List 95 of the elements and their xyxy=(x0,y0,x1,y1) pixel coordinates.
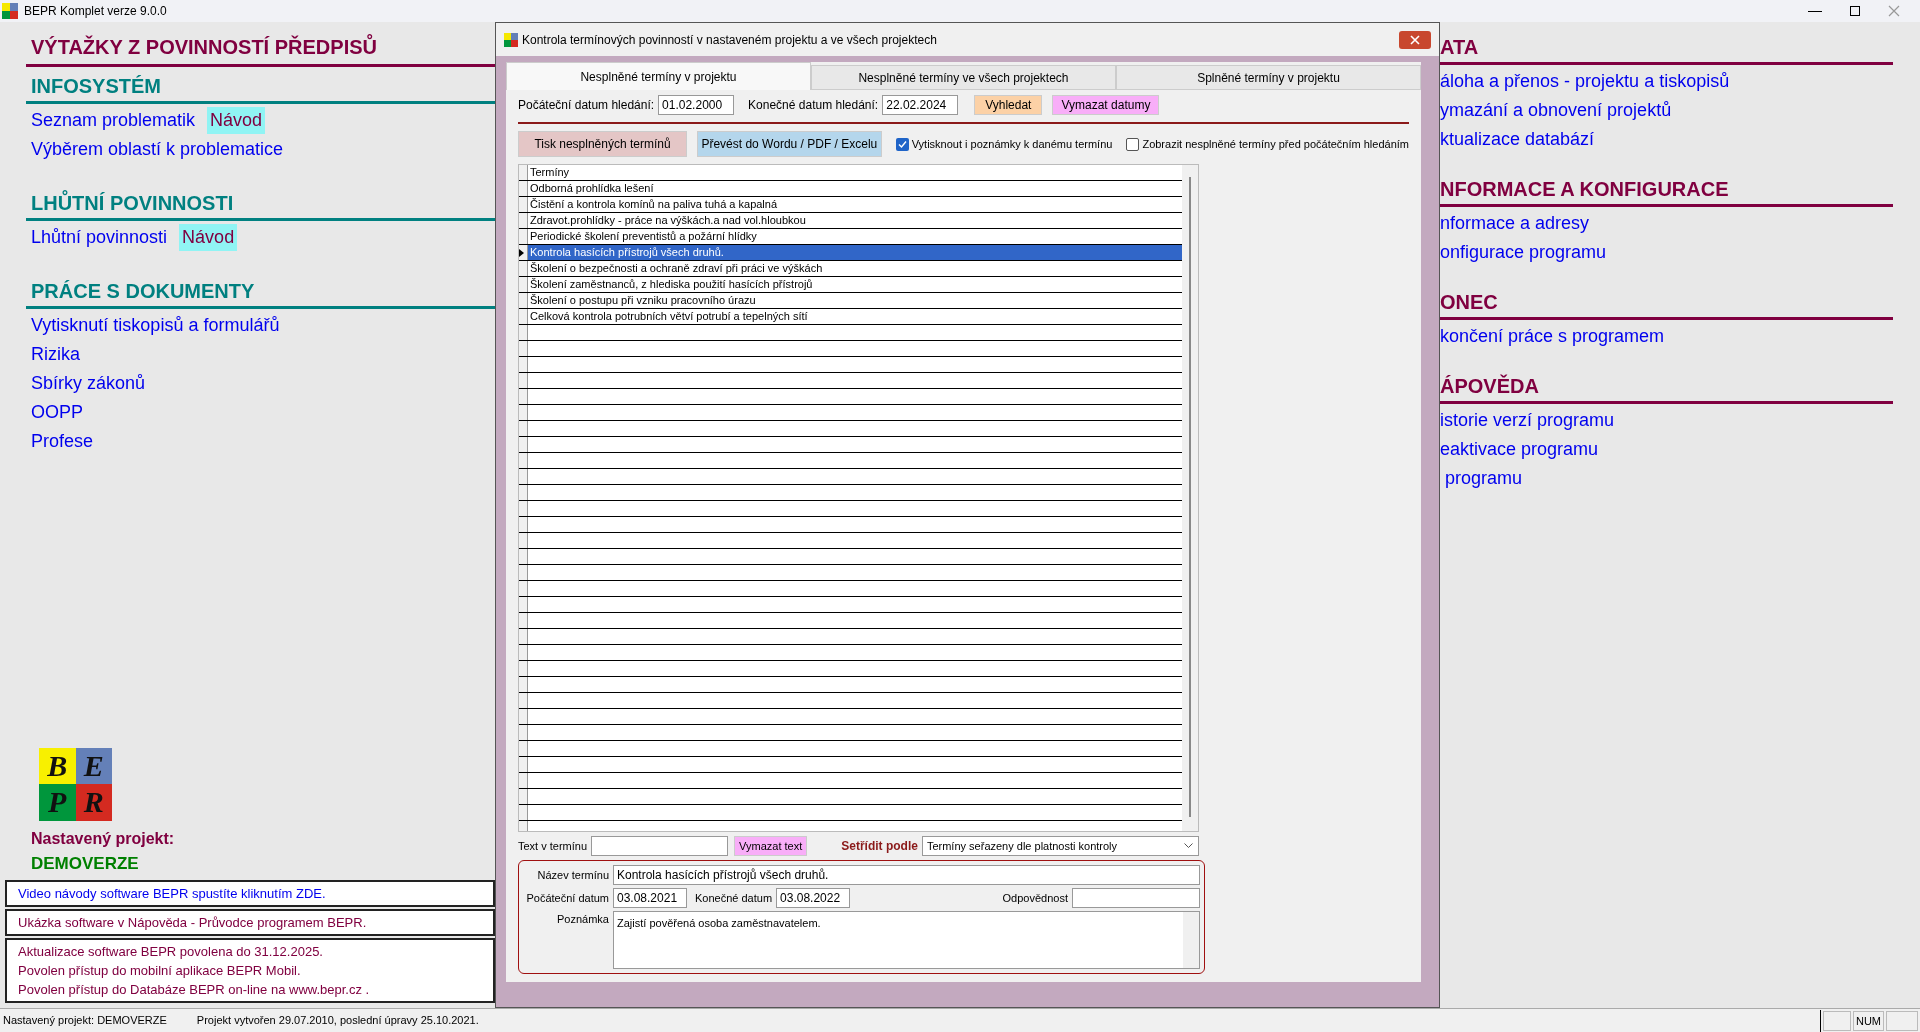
table-cell[interactable]: Celková kontrola potrubních větví potrubí a tepelných sítí xyxy=(528,309,1182,324)
guide-link[interactable]: Návod xyxy=(179,224,238,251)
table-cell[interactable]: Čistění a kontrola komínů na paliva tuhá a kapalná xyxy=(528,197,1182,212)
column-header: Termíny xyxy=(529,165,571,180)
table-cell[interactable]: Zdravot.prohlídky - práce na výškách.a nad vol.hloubkou xyxy=(528,213,1182,228)
date-field[interactable]: 01.02.2000 xyxy=(658,95,735,115)
tab[interactable]: Splněné termíny v projektu xyxy=(1116,65,1421,90)
name-field[interactable]: Kontrola hasících přístrojů všech druhů. xyxy=(613,865,1200,885)
field-label: Setřídit podle xyxy=(841,838,918,855)
field-label: Počáteční datum xyxy=(525,890,609,906)
menu-link[interactable]: istorie verzí programu xyxy=(1440,407,1615,434)
section-heading: INFOSYSTÉM xyxy=(30,75,161,97)
window-title: BEPR Komplet verze 9.0.0 xyxy=(24,3,167,20)
section-heading: ONEC xyxy=(1440,291,1498,313)
menu-link[interactable]: ktualizace databází xyxy=(1440,126,1595,153)
scrollbar[interactable] xyxy=(1182,165,1198,831)
close-icon[interactable] xyxy=(1888,5,1900,17)
menu-link[interactable]: Seznam problematik xyxy=(31,107,196,134)
field-label: Poznámka xyxy=(556,912,609,927)
status-text: Nastavený projekt: DEMOVERZE xyxy=(3,1013,167,1029)
table-cell[interactable]: Školení zaměstnanců, z hlediska použití hasících přístrojů xyxy=(528,277,1182,292)
close-icon xyxy=(1410,34,1420,45)
checkbox[interactable] xyxy=(1126,137,1140,151)
field-label: Odpovědnost xyxy=(1002,890,1068,906)
video-link[interactable]: Video návody software BEPR spustíte kliknutím ZDE. xyxy=(18,884,326,903)
notice-text: Povolen přístup do mobilní aplikace BEPR Mobil. xyxy=(18,962,301,980)
menu-link[interactable]: programu xyxy=(1440,465,1523,492)
field-label: Konečné datum xyxy=(695,890,773,906)
dialog-title: Kontrola termínových povinností v nastaveném projektu a ve všech projektech xyxy=(522,31,937,49)
menu-link[interactable]: Sbírky zákonů xyxy=(31,370,146,397)
notice-text: Povolen přístup do Databáze BEPR on-line na www.bepr.cz . xyxy=(18,981,370,999)
table-cell[interactable]: Periodické školení preventistů a požární hlídky xyxy=(528,229,1182,244)
menu-link[interactable]: ymazání a obnovení projektů xyxy=(1440,97,1672,124)
date-field[interactable]: 03.08.2022 xyxy=(776,888,851,908)
project-name: DEMOVERZE xyxy=(31,852,139,875)
logo-letter: R xyxy=(75,784,112,821)
note-text: Zajistí pověřená osoba zaměstnavatelem. xyxy=(616,916,822,931)
section-heading: PRÁCE S DOKUMENTY xyxy=(30,280,255,302)
checkbox-label: Zobrazit nesplněné termíny před počátečním hledáním xyxy=(1142,136,1409,152)
print-button[interactable]: Tisk nesplněných termínů xyxy=(518,131,688,157)
responsibility-field[interactable] xyxy=(1072,888,1200,908)
export-button[interactable]: Převést do Wordu / PDF / Excelu xyxy=(697,131,882,157)
app-logo-icon xyxy=(2,3,18,19)
logo-letter: B xyxy=(39,747,76,784)
section-heading: NFORMACE A KONFIGURACE xyxy=(1440,178,1729,200)
status-text: Projekt vytvořen 29.07.2010, poslední úpravy 25.10.2021. xyxy=(196,1013,479,1029)
section-heading: LHŮTNÍ POVINNOSTI xyxy=(30,192,234,214)
menu-link[interactable]: áloha a přenos - projektu a tiskopisů xyxy=(1440,68,1730,95)
menu-link[interactable]: onfigurace programu xyxy=(1440,239,1607,266)
section-heading: ATA xyxy=(1440,36,1479,58)
field-label: Konečné datum hledání: xyxy=(748,97,879,114)
menu-link[interactable]: Vytisknutí tiskopisů a formulářů xyxy=(31,312,280,339)
section-heading: VÝTAŽKY Z POVINNOSTÍ PŘEDPISŮ xyxy=(30,36,377,58)
menu-link[interactable]: Rizika xyxy=(31,341,80,368)
menu-link[interactable]: nformace a adresy xyxy=(1440,210,1590,237)
checkbox-label: Vytisknout i poznámky k danému termínu xyxy=(911,136,1113,152)
section-heading: ÁPOVĚDA xyxy=(1440,375,1539,397)
table-cell[interactable]: Školení o bezpečnosti a ochraně zdraví při práci ve výškách xyxy=(528,261,1182,276)
menu-link[interactable]: končení práce s programem xyxy=(1440,323,1665,350)
field-label: Název termínu xyxy=(536,867,609,883)
logo-letter: P xyxy=(39,784,76,821)
date-field[interactable]: 22.02.2024 xyxy=(882,95,959,115)
clear-dates-button[interactable]: Vymazat datumy xyxy=(1052,95,1160,115)
menu-link[interactable]: Výběrem oblastí k problematice xyxy=(31,136,284,163)
table-cell[interactable]: Školení o postupu při vzniku pracovního úrazu xyxy=(528,293,1182,308)
menu-link[interactable]: eaktivace programu xyxy=(1440,436,1599,463)
restore-icon[interactable] xyxy=(1850,6,1860,16)
project-label: Nastavený projekt: xyxy=(31,828,175,849)
sort-dropdown[interactable]: Termíny seřazeny dle platnosti kontroly xyxy=(921,836,1199,856)
close-button[interactable] xyxy=(1399,30,1431,49)
field-label: Text v termínu xyxy=(518,838,588,854)
guide-link[interactable]: Návod xyxy=(207,107,266,134)
notice-text: Aktualizace software BEPR povolena do 31.12.2025. xyxy=(18,943,323,961)
logo-letter: E xyxy=(75,747,112,784)
field-label: Počáteční datum hledání: xyxy=(518,97,655,114)
search-button[interactable]: Vyhledat xyxy=(974,95,1043,115)
app-logo-icon xyxy=(504,32,518,47)
row-pointer-icon xyxy=(519,248,524,257)
menu-link[interactable]: OOPP xyxy=(31,399,83,426)
note-field[interactable]: Zajistí pověřená osoba zaměstnavatelem. xyxy=(613,911,1200,969)
status-indicator: NUM xyxy=(1852,1010,1884,1031)
status-panel xyxy=(1822,1010,1851,1031)
menu-link[interactable]: Profese xyxy=(31,428,94,455)
row-selector[interactable] xyxy=(519,245,528,260)
tab[interactable]: Nesplněné termíny ve všech projektech xyxy=(811,65,1116,90)
text-filter-field[interactable] xyxy=(591,836,729,856)
notice-text: Ukázka software v Nápověda - Průvodce programem BEPR. xyxy=(18,914,367,932)
table-cell[interactable]: Kontrola hasících přístrojů všech druhů. xyxy=(528,245,1182,260)
checkbox[interactable] xyxy=(895,137,909,151)
clear-text-button[interactable]: Vymazat text xyxy=(734,836,808,856)
tab[interactable]: Nesplněné termíny v projektu xyxy=(506,62,811,90)
date-field[interactable]: 03.08.2021 xyxy=(613,888,687,908)
status-panel xyxy=(1886,1010,1918,1031)
menu-link[interactable]: Lhůtní povinnosti xyxy=(31,224,168,251)
table-cell[interactable]: Odborná prohlídka lešení xyxy=(528,181,1182,196)
